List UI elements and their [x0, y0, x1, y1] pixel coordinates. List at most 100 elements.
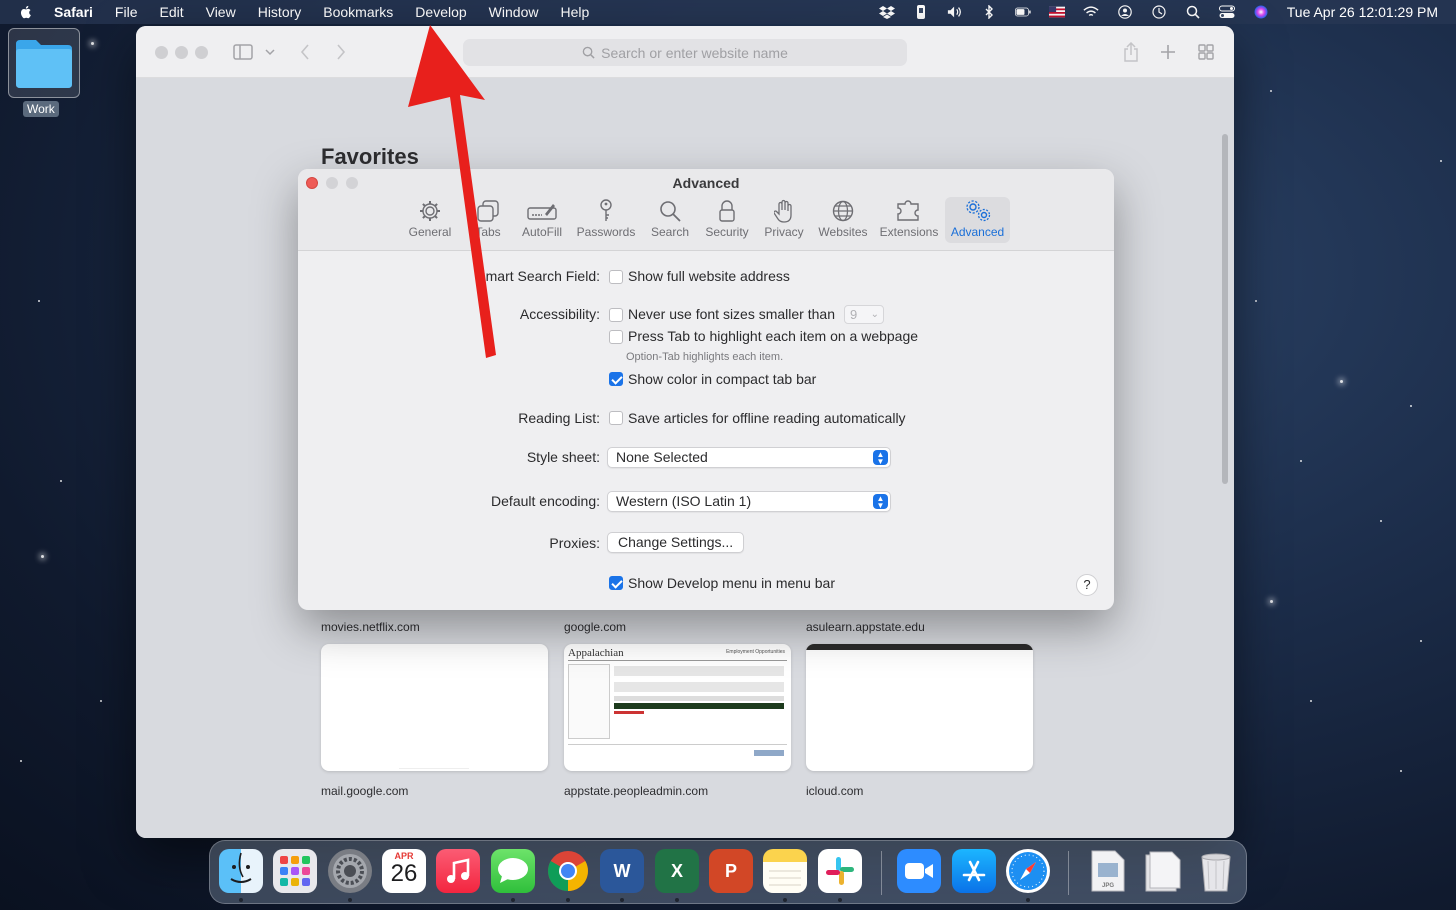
window-zoom-button[interactable] [195, 46, 208, 59]
dock-trash-icon[interactable] [1194, 849, 1238, 893]
user-account-icon[interactable] [1117, 5, 1133, 19]
dock-powerpoint-icon[interactable]: P [709, 849, 753, 893]
up-down-chevron-icon: ▲ ▼ [873, 494, 888, 510]
tab-autofill[interactable]: AutoFill [520, 197, 564, 243]
sidebar-toggle-icon[interactable] [233, 42, 253, 62]
tab-extensions[interactable]: Extensions [879, 197, 939, 243]
search-icon [582, 46, 595, 59]
show-full-address-checkbox[interactable] [609, 270, 623, 284]
dock-separator [1068, 851, 1069, 895]
default-encoding-value: Western (ISO Latin 1) [616, 493, 752, 509]
desktop-folder-work[interactable]: Work [8, 28, 80, 118]
tab-advanced[interactable]: Advanced [945, 197, 1010, 243]
address-bar[interactable]: Search or enter website name [463, 39, 907, 66]
running-indicator [838, 898, 842, 902]
menu-edit[interactable]: Edit [159, 4, 183, 20]
dock-notes-icon[interactable] [763, 849, 807, 893]
compact-tab-color-label[interactable]: Show color in compact tab bar [628, 371, 816, 387]
dock-calendar-icon[interactable]: APR 26 [382, 849, 426, 893]
hand-icon [774, 197, 794, 225]
spotlight-search-icon[interactable] [1185, 5, 1201, 19]
menu-history[interactable]: History [258, 4, 302, 20]
menu-develop[interactable]: Develop [415, 4, 466, 20]
min-font-size-label[interactable]: Never use font sizes smaller than [628, 306, 835, 322]
menu-file[interactable]: File [115, 4, 138, 20]
offline-reading-label[interactable]: Save articles for offline reading automa… [628, 410, 906, 426]
bluetooth-icon[interactable] [981, 5, 997, 19]
menu-bookmarks[interactable]: Bookmarks [323, 4, 393, 20]
dock-chrome-icon[interactable] [546, 849, 590, 893]
running-indicator [566, 898, 570, 902]
annotation-arrow [408, 25, 496, 358]
new-tab-icon[interactable] [1158, 42, 1178, 62]
dock-zoom-icon[interactable] [897, 849, 941, 893]
show-develop-menu-checkbox[interactable] [609, 576, 623, 590]
site-label-mail-google: mail.google.com [321, 784, 409, 798]
proxies-label: Proxies: [549, 535, 600, 551]
dock-slack-icon[interactable] [818, 849, 862, 893]
dock-documents-stack-icon[interactable] [1140, 849, 1184, 893]
tab-security[interactable]: Security [703, 197, 751, 243]
back-icon[interactable] [295, 42, 315, 62]
menu-clock[interactable]: Tue Apr 26 12:01:29 PM [1287, 4, 1438, 20]
scrollbar[interactable] [1222, 134, 1228, 484]
thumbnail-heading: Employment Opportunities [726, 649, 785, 655]
wifi-icon[interactable] [1083, 5, 1099, 19]
offline-reading-checkbox[interactable] [609, 411, 623, 425]
dock-launchpad-icon[interactable] [273, 849, 317, 893]
dock-jpg-file-icon[interactable]: JPG [1086, 849, 1130, 893]
window-minimize-button[interactable] [175, 46, 188, 59]
tab-overview-icon[interactable] [1196, 42, 1216, 62]
dock-word-icon[interactable]: W [600, 849, 644, 893]
dock-app-store-icon[interactable] [952, 849, 996, 893]
status-menus: Tue Apr 26 12:01:29 PM [861, 0, 1438, 24]
dock-safari-icon[interactable] [1006, 849, 1050, 893]
site-label-netflix: movies.netflix.com [321, 620, 420, 634]
share-icon[interactable] [1121, 42, 1141, 62]
battery-icon[interactable] [1014, 5, 1031, 19]
tab-passwords[interactable]: Passwords [577, 197, 635, 243]
dock-excel-icon[interactable]: X [655, 849, 699, 893]
accessibility-label: Accessibility: [519, 306, 600, 322]
menu-app-safari[interactable]: Safari [54, 4, 93, 20]
dropbox-icon[interactable] [878, 5, 895, 19]
window-close-button[interactable] [155, 46, 168, 59]
dock-messages-icon[interactable] [491, 849, 535, 893]
apple-menu-icon[interactable] [18, 4, 34, 20]
tab-websites[interactable]: Websites [816, 197, 870, 243]
default-encoding-select[interactable]: Western (ISO Latin 1) ▲ ▼ [607, 491, 891, 512]
help-button[interactable]: ? [1076, 574, 1098, 596]
menu-view[interactable]: View [206, 4, 236, 20]
tab-highlight-label[interactable]: Press Tab to highlight each item on a we… [628, 328, 918, 344]
forward-icon[interactable] [331, 42, 351, 62]
autofill-icon [527, 197, 557, 225]
compact-tab-color-checkbox[interactable] [609, 372, 623, 386]
show-develop-menu-label[interactable]: Show Develop menu in menu bar [628, 575, 835, 591]
show-full-address-label[interactable]: Show full website address [628, 268, 790, 284]
tab-highlight-checkbox[interactable] [609, 330, 623, 344]
dock-system-preferences-icon[interactable] [328, 849, 372, 893]
flag-us-icon[interactable] [1048, 5, 1065, 19]
thumbnail-icloud[interactable] [806, 644, 1033, 771]
dock-finder-icon[interactable] [219, 849, 263, 893]
tab-privacy[interactable]: Privacy [763, 197, 805, 243]
tab-search[interactable]: Search [649, 197, 691, 243]
phone-status-icon[interactable] [913, 5, 929, 19]
min-font-size-checkbox[interactable] [609, 308, 623, 322]
siri-icon[interactable] [1253, 5, 1269, 19]
menu-window[interactable]: Window [489, 4, 539, 20]
menu-help[interactable]: Help [560, 4, 589, 20]
control-center-icon[interactable] [1218, 5, 1235, 19]
time-machine-icon[interactable] [1151, 5, 1167, 19]
change-settings-button[interactable]: Change Settings... [607, 532, 745, 553]
style-sheet-select[interactable]: None Selected ▲ ▼ [607, 447, 891, 468]
tab-extensions-label: Extensions [879, 225, 939, 239]
key-icon [598, 197, 614, 225]
dock-music-icon[interactable] [436, 849, 480, 893]
thumbnail-appstate-peopleadmin[interactable]: Appalachian Employment Opportunities [564, 644, 791, 771]
running-indicator [239, 898, 243, 902]
thumbnail-mail-google[interactable] [321, 644, 548, 771]
volume-icon[interactable] [947, 5, 963, 19]
chevron-down-icon[interactable] [260, 42, 280, 62]
min-font-size-select[interactable]: 9 ⌄ [844, 305, 884, 324]
